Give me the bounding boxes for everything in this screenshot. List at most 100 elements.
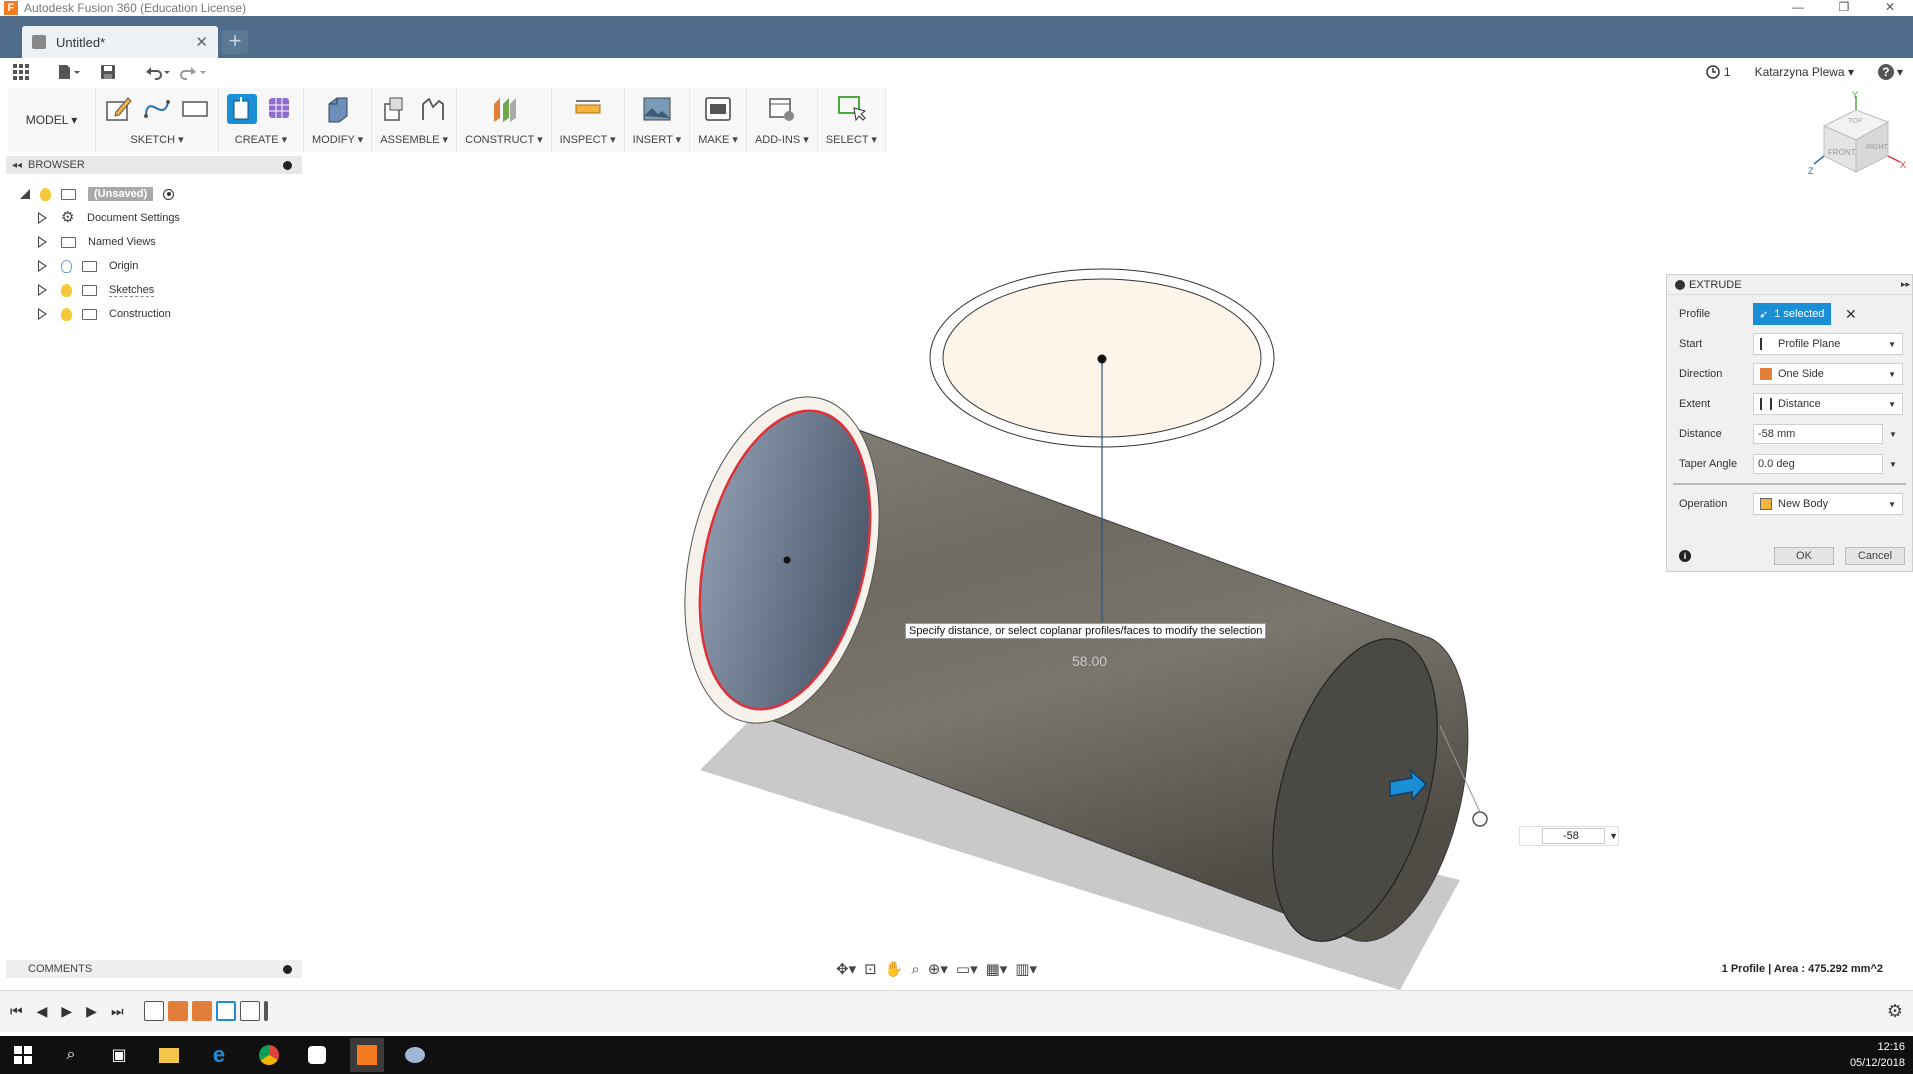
expand-icon[interactable] <box>38 308 47 320</box>
search-icon[interactable]: ⌕ <box>58 1042 84 1068</box>
activate-radio-icon[interactable] <box>163 188 175 200</box>
file-menu-icon[interactable] <box>54 61 84 83</box>
undo-icon[interactable] <box>142 61 172 83</box>
go-to-start-icon[interactable]: ⏮ <box>10 1003 23 1020</box>
viewcube-front-label[interactable]: FRONT <box>1828 148 1856 157</box>
expand-icon[interactable] <box>38 260 47 272</box>
extrude-dialog-header[interactable]: EXTRUDE ▸▸ <box>1667 275 1912 295</box>
visibility-bulb-icon[interactable] <box>40 187 51 201</box>
minimize-button[interactable]: — <box>1775 0 1821 16</box>
grid-settings-icon[interactable]: ▦▾ <box>986 960 1008 978</box>
browser-item-origin[interactable]: Origin <box>20 254 180 278</box>
collapse-dialog-icon[interactable] <box>1675 279 1685 290</box>
go-to-end-icon[interactable]: ⏭ <box>111 1003 124 1020</box>
ribbon-group-create[interactable]: CREATE ▾ <box>219 88 304 152</box>
insert-image-icon[interactable] <box>642 94 672 124</box>
joint-icon[interactable] <box>418 94 448 124</box>
visibility-bulb-icon[interactable] <box>61 259 72 273</box>
look-at-icon[interactable]: ⊡ <box>864 960 877 978</box>
fit-icon[interactable]: ⊕▾ <box>928 960 948 978</box>
timeline-marker-icon[interactable] <box>264 1001 268 1021</box>
redo-icon[interactable] <box>178 61 208 83</box>
taskbar-clock[interactable]: 12:16 05/12/2018 <box>1850 1039 1905 1071</box>
extrude-icon[interactable] <box>227 94 257 124</box>
visibility-bulb-icon[interactable] <box>61 283 72 297</box>
collapse-root-icon[interactable] <box>20 189 30 199</box>
new-component-icon[interactable] <box>380 94 410 124</box>
line-icon[interactable] <box>142 94 172 124</box>
taper-angle-input[interactable]: 0.0 deg <box>1753 454 1883 474</box>
viewcube[interactable]: TOP FRONT RIGHT Y X Z <box>1808 90 1908 186</box>
visibility-bulb-icon[interactable] <box>61 307 72 321</box>
tab-untitled[interactable]: Untitled* ✕ <box>22 26 218 58</box>
cancel-button[interactable]: Cancel <box>1845 547 1905 565</box>
distance-heads-up-input[interactable]: -58 ▼ <box>1519 826 1619 846</box>
viewcube-top-label[interactable]: TOP <box>1848 118 1862 125</box>
create-sketch-icon[interactable] <box>104 94 134 124</box>
expand-icon[interactable] <box>38 284 47 296</box>
browser-item-named-views[interactable]: Named Views <box>20 230 180 254</box>
add-comment-icon[interactable] <box>283 964 292 974</box>
ribbon-group-assemble[interactable]: ASSEMBLE ▾ <box>372 88 458 152</box>
timeline-sketch-icon[interactable] <box>216 1001 236 1021</box>
collapse-browser-icon[interactable]: ◂◂ <box>12 160 22 171</box>
timeline-extrude-icon[interactable] <box>168 1001 188 1021</box>
task-view-icon[interactable]: ▣ <box>106 1042 132 1068</box>
close-tab-icon[interactable]: ✕ <box>195 33 208 51</box>
data-panel-grid-icon[interactable] <box>12 61 30 83</box>
chevron-down-icon[interactable]: ▼ <box>1609 831 1618 841</box>
browser-item-document-settings[interactable]: ⚙ Document Settings <box>20 206 180 230</box>
form-icon[interactable] <box>265 94 295 124</box>
pan-icon[interactable]: ✋ <box>885 960 904 978</box>
ribbon-group-modify[interactable]: MODIFY ▾ <box>304 88 373 152</box>
step-back-icon[interactable]: ◀ <box>37 1003 48 1020</box>
orbit-icon[interactable]: ✥▾ <box>836 960 856 978</box>
file-explorer-icon[interactable] <box>156 1042 182 1068</box>
timeline-sketch-icon[interactable] <box>240 1001 260 1021</box>
step-forward-icon[interactable]: ▶ <box>86 1003 97 1020</box>
ribbon-group-select[interactable]: SELECT ▾ <box>818 88 886 152</box>
job-status[interactable]: 1 <box>1706 65 1731 79</box>
timeline-extrude-icon[interactable] <box>192 1001 212 1021</box>
restore-button[interactable]: ❐ <box>1821 0 1867 16</box>
close-window-button[interactable]: ✕ <box>1867 0 1913 16</box>
chevron-down-icon[interactable]: ▼ <box>1889 430 1897 439</box>
browser-root[interactable]: (Unsaved) <box>20 182 180 206</box>
ribbon-group-inspect[interactable]: INSPECT ▾ <box>552 88 625 152</box>
measure-icon[interactable] <box>573 94 603 124</box>
slack-icon[interactable] <box>304 1042 330 1068</box>
press-pull-icon[interactable] <box>323 94 353 124</box>
save-icon[interactable] <box>98 61 118 83</box>
ok-button[interactable]: OK <box>1774 547 1834 565</box>
ribbon-group-insert[interactable]: INSERT ▾ <box>625 88 691 152</box>
timeline-sketch-icon[interactable] <box>144 1001 164 1021</box>
comments-panel-header[interactable]: COMMENTS <box>6 960 302 978</box>
paint-icon[interactable] <box>402 1042 428 1068</box>
help-menu[interactable]: ? ▾ <box>1877 64 1903 80</box>
expand-icon[interactable] <box>38 236 47 248</box>
timeline-settings-icon[interactable]: ⚙ <box>1887 1001 1903 1022</box>
user-menu[interactable]: Katarzyna Plewa ▾ <box>1755 65 1854 79</box>
display-settings-icon[interactable]: ▭▾ <box>956 960 978 978</box>
clear-selection-icon[interactable]: ✕ <box>1845 306 1857 323</box>
browser-item-construction[interactable]: Construction <box>20 302 180 326</box>
play-icon[interactable]: ▶ <box>61 1003 72 1020</box>
start-dropdown[interactable]: Profile Plane ▼ <box>1753 333 1903 355</box>
offset-plane-icon[interactable] <box>489 94 519 124</box>
ribbon-group-add-ins[interactable]: ADD-INS ▾ <box>747 88 818 152</box>
fusion-taskbar-icon[interactable] <box>350 1038 384 1072</box>
browser-header[interactable]: ◂◂ BROWSER <box>6 156 302 174</box>
windows-start-icon[interactable] <box>10 1042 36 1068</box>
extent-dropdown[interactable]: Distance ▼ <box>1753 393 1903 415</box>
rectangle-icon[interactable] <box>180 94 210 124</box>
expand-icon[interactable] <box>38 212 47 224</box>
profile-selection-button[interactable]: ➶ 1 selected <box>1753 303 1831 325</box>
direction-dropdown[interactable]: One Side ▼ <box>1753 363 1903 385</box>
ribbon-group-make[interactable]: MAKE ▾ <box>690 88 747 152</box>
ribbon-group-construct[interactable]: CONSTRUCT ▾ <box>457 88 552 152</box>
operation-dropdown[interactable]: New Body ▼ <box>1753 493 1903 515</box>
ribbon-group-sketch[interactable]: SKETCH ▾ <box>96 88 219 152</box>
workspace-switcher[interactable]: MODEL ▾ <box>8 88 96 152</box>
browser-item-sketches[interactable]: Sketches <box>20 278 180 302</box>
chrome-icon[interactable] <box>256 1042 282 1068</box>
